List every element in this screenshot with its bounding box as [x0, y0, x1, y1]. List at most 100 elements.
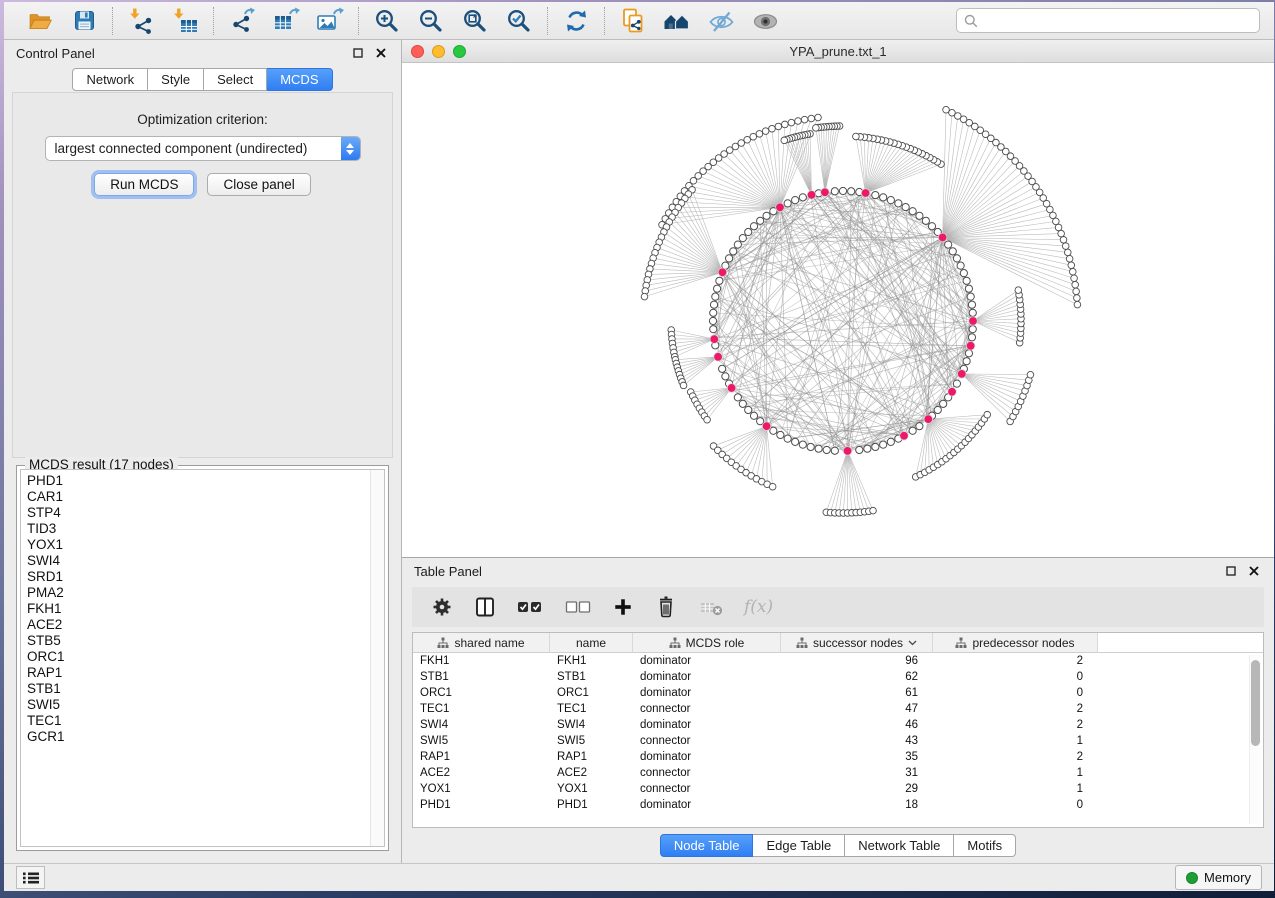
column-header-name[interactable]: name	[550, 633, 633, 653]
dominator-node[interactable]	[969, 317, 978, 326]
tab-style[interactable]: Style	[148, 68, 204, 91]
mcds-result-item[interactable]: PMA2	[27, 585, 370, 601]
function-builder-button[interactable]: f(x)	[744, 592, 773, 622]
mcds-result-item[interactable]: SRD1	[27, 569, 370, 585]
tab-select[interactable]: Select	[204, 68, 267, 91]
column-header-successor-nodes[interactable]: successor nodes	[781, 633, 933, 653]
run-mcds-button[interactable]: Run MCDS	[94, 173, 194, 196]
table-row[interactable]: PHD1PHD1dominator180	[413, 797, 1263, 813]
show-column-button[interactable]	[474, 592, 496, 622]
maximize-window-icon[interactable]	[453, 45, 466, 58]
deselect-all-rows-button[interactable]	[565, 592, 592, 622]
open-session-button[interactable]	[25, 7, 55, 35]
tab-motifs[interactable]: Motifs	[954, 834, 1016, 857]
mcds-result-item[interactable]: STB5	[27, 633, 370, 649]
search-field[interactable]	[956, 8, 1260, 33]
table-row[interactable]: TEC1TEC1connector472	[413, 701, 1263, 717]
dominator-node[interactable]	[776, 203, 785, 212]
mcds-result-item[interactable]: SWI4	[27, 553, 370, 569]
tab-node-table[interactable]: Node Table	[660, 834, 754, 857]
dominator-node[interactable]	[966, 342, 975, 351]
mcds-result-item[interactable]: SWI5	[27, 697, 370, 713]
column-header-MCDS-role[interactable]: MCDS role	[633, 633, 781, 653]
dominator-node[interactable]	[718, 268, 727, 277]
table-scrollbar-thumb[interactable]	[1251, 660, 1260, 746]
close-table-panel-button[interactable]	[1246, 563, 1262, 579]
create-column-button[interactable]	[613, 592, 633, 622]
mcds-result-item[interactable]: TEC1	[27, 713, 370, 729]
table-row[interactable]: RAP1RAP1dominator352	[413, 749, 1263, 765]
table-settings-button[interactable]	[431, 592, 453, 622]
save-session-button[interactable]	[69, 7, 99, 35]
mcds-result-item[interactable]: PHD1	[27, 473, 370, 489]
close-panel-action-button[interactable]: Close panel	[207, 173, 310, 196]
table-row[interactable]: ORC1ORC1dominator610	[413, 685, 1263, 701]
mcds-result-item[interactable]: RAP1	[27, 665, 370, 681]
close-panel-button[interactable]	[373, 45, 389, 61]
minimize-window-icon[interactable]	[432, 45, 445, 58]
delete-column-button[interactable]	[654, 592, 678, 622]
column-header-predecessor-nodes[interactable]: predecessor nodes	[933, 633, 1098, 653]
dominator-node[interactable]	[900, 431, 909, 440]
mcds-result-list[interactable]: PHD1CAR1STP4TID3YOX1SWI4SRD1PMA2FKH1ACE2…	[21, 470, 370, 846]
float-panel-button[interactable]	[350, 45, 366, 61]
table-row[interactable]: FKH1FKH1dominator962	[413, 653, 1263, 669]
zoom-in-button[interactable]	[372, 7, 402, 35]
mcds-result-item[interactable]: STB1	[27, 681, 370, 697]
mcds-result-item[interactable]: ACE2	[27, 617, 370, 633]
mcds-result-item[interactable]: STP4	[27, 505, 370, 521]
dominator-node[interactable]	[807, 191, 816, 200]
network-canvas[interactable]	[402, 63, 1274, 557]
table-row[interactable]: STB1STB1dominator620	[413, 669, 1263, 685]
dominator-node[interactable]	[762, 422, 771, 431]
mcds-result-item[interactable]: TID3	[27, 521, 370, 537]
dominator-node[interactable]	[948, 388, 957, 397]
optimization-criterion-select[interactable]: largest connected component (undirected)	[45, 136, 361, 161]
refresh-view-button[interactable]	[561, 7, 591, 35]
table-scrollbar[interactable]	[1249, 655, 1261, 824]
export-table-button[interactable]	[271, 7, 301, 35]
table-row[interactable]: ACE2ACE2connector311	[413, 765, 1263, 781]
tab-mcds[interactable]: MCDS	[267, 68, 332, 91]
column-header-shared-name[interactable]: shared name	[413, 633, 550, 653]
zoom-out-button[interactable]	[416, 7, 446, 35]
first-neighbors-button[interactable]	[662, 7, 692, 35]
close-window-icon[interactable]	[411, 45, 424, 58]
dominator-node[interactable]	[957, 370, 966, 379]
mcds-result-item[interactable]: GCR1	[27, 729, 370, 745]
show-all-button[interactable]	[750, 7, 780, 35]
dominator-node[interactable]	[821, 188, 830, 197]
export-image-button[interactable]	[315, 7, 345, 35]
zoom-selected-button[interactable]	[504, 7, 534, 35]
float-table-panel-button[interactable]	[1223, 563, 1239, 579]
export-network-button[interactable]	[227, 7, 257, 35]
tab-network[interactable]: Network	[72, 68, 148, 91]
memory-button[interactable]: Memory	[1175, 865, 1262, 890]
table-row[interactable]: YOX1YOX1connector291	[413, 781, 1263, 797]
dominator-node[interactable]	[924, 415, 933, 424]
mcds-result-item[interactable]: CAR1	[27, 489, 370, 505]
new-network-from-selection-button[interactable]	[618, 7, 648, 35]
mcds-result-item[interactable]: ORC1	[27, 649, 370, 665]
search-input[interactable]	[983, 12, 1252, 29]
task-history-button[interactable]	[16, 866, 45, 889]
mcds-result-item[interactable]: FKH1	[27, 601, 370, 617]
mcds-result-item[interactable]: YOX1	[27, 537, 370, 553]
delete-table-button[interactable]	[699, 592, 723, 622]
table-row[interactable]: SWI5SWI5connector431	[413, 733, 1263, 749]
import-table-button[interactable]	[170, 7, 200, 35]
table-row[interactable]: SWI4SWI4dominator462	[413, 717, 1263, 733]
dominator-node[interactable]	[938, 233, 947, 242]
dominator-node[interactable]	[861, 189, 870, 198]
mcds-list-scrollbar[interactable]	[370, 470, 384, 846]
import-network-button[interactable]	[126, 7, 156, 35]
hide-selected-button[interactable]	[706, 7, 736, 35]
dominator-node[interactable]	[710, 335, 719, 344]
select-all-rows-button[interactable]	[517, 592, 544, 622]
tab-network-table[interactable]: Network Table	[845, 834, 954, 857]
dominator-node[interactable]	[727, 384, 736, 393]
tab-edge-table[interactable]: Edge Table	[753, 834, 845, 857]
zoom-fit-button[interactable]	[460, 7, 490, 35]
dominator-node[interactable]	[714, 353, 723, 362]
dominator-node[interactable]	[843, 447, 852, 456]
